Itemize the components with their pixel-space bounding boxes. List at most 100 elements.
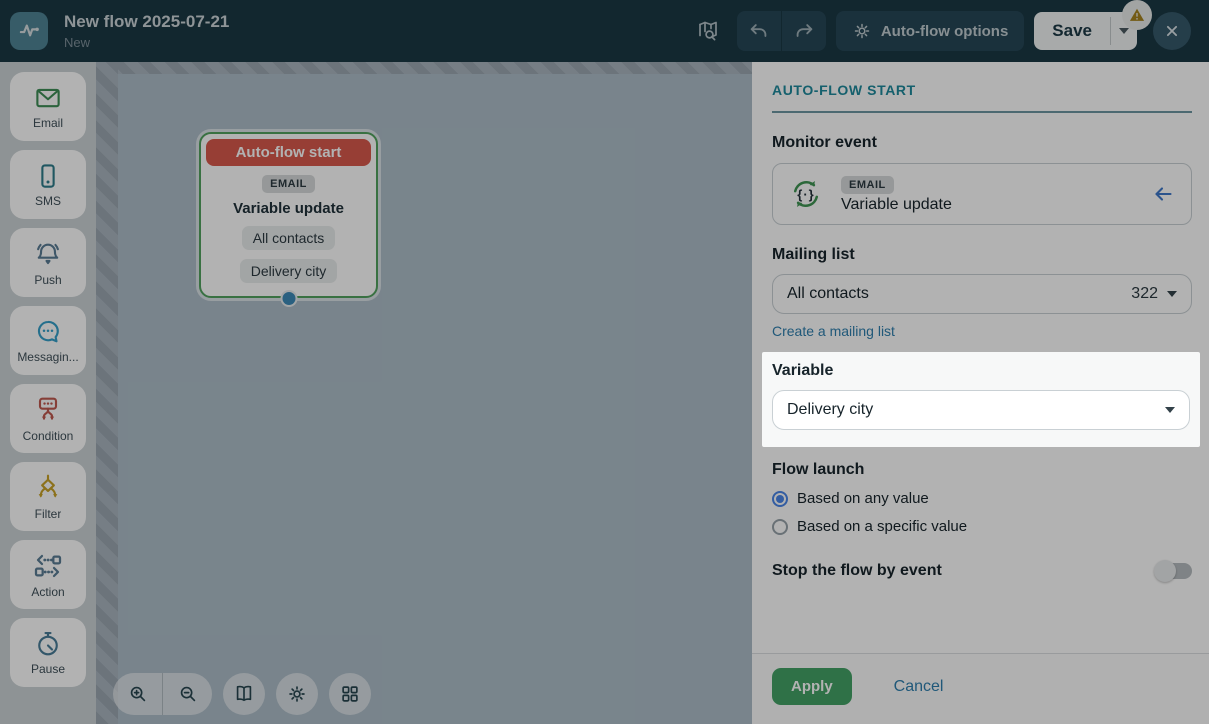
warning-badge <box>1122 0 1152 30</box>
redo-icon <box>793 20 815 42</box>
node-event-title: Variable update <box>233 200 344 217</box>
zoom-controls <box>113 673 212 715</box>
radio-unselected-icon <box>772 519 788 535</box>
mailing-list-label: Mailing list <box>772 246 1192 264</box>
envelope-icon <box>33 83 63 113</box>
zoom-out-button[interactable] <box>163 673 212 715</box>
canvas-edge-hatch-left <box>96 62 118 724</box>
mailing-list-value: All contacts <box>787 285 869 303</box>
flow-canvas[interactable]: Auto-flow start EMAIL Variable update Al… <box>96 62 752 724</box>
stop-flow-row: Stop the flow by event <box>772 562 1192 580</box>
canvas-toolbar <box>113 673 371 715</box>
map-preview-button[interactable] <box>693 16 723 46</box>
radio-selected-icon <box>772 491 788 507</box>
cancel-link[interactable]: Cancel <box>894 678 944 696</box>
event-channel-badge: EMAIL <box>841 176 894 194</box>
sidebar-item-action[interactable]: Action <box>10 540 86 609</box>
branch-box-icon <box>32 394 64 426</box>
auto-flow-start-panel: AUTO-FLOW START Monitor event {·} EMAIL … <box>752 62 1209 724</box>
panel-title-divider <box>772 111 1192 113</box>
save-button[interactable]: Save <box>1034 12 1110 50</box>
zoom-in-icon <box>127 683 149 705</box>
header-bar: New flow 2025-07-21 New <box>0 0 1209 62</box>
auto-flow-options-button[interactable]: Auto-flow options <box>836 11 1024 51</box>
canvas-settings-button[interactable] <box>276 673 318 715</box>
close-icon <box>1163 22 1181 40</box>
gear-icon <box>852 21 872 41</box>
blocks-overview-button[interactable] <box>329 673 371 715</box>
arrows-boxes-icon <box>32 550 64 582</box>
radio-based-on-any-value[interactable]: Based on any value <box>772 490 1192 507</box>
block-palette-sidebar: Email SMS Push <box>0 62 96 724</box>
app-logo <box>10 12 48 50</box>
change-event-button[interactable] <box>1151 182 1175 206</box>
title-block: New flow 2025-07-21 New <box>64 12 229 50</box>
map-book-icon <box>233 683 255 705</box>
sidebar-item-email[interactable]: Email <box>10 72 86 141</box>
zoom-out-icon <box>177 683 199 705</box>
create-mailing-list-link[interactable]: Create a mailing list <box>772 323 1192 339</box>
caret-down-icon <box>1119 28 1129 34</box>
mailing-list-count: 322 <box>1131 285 1158 303</box>
sidebar-item-label: Filter <box>35 507 62 521</box>
zoom-in-button[interactable] <box>113 673 162 715</box>
auto-flow-start-node[interactable]: Auto-flow start EMAIL Variable update Al… <box>199 132 378 298</box>
monitor-event-card[interactable]: {·} EMAIL Variable update <box>772 163 1192 225</box>
grid-apps-icon <box>339 683 361 705</box>
node-output-connector[interactable] <box>280 290 297 307</box>
sidebar-item-sms[interactable]: SMS <box>10 150 86 219</box>
toggle-knob <box>1154 560 1176 582</box>
pulse-icon <box>16 18 42 44</box>
sidebar-item-label: Messagin... <box>17 350 78 364</box>
sidebar-item-label: Pause <box>31 662 65 676</box>
smartphone-icon <box>33 161 63 191</box>
event-name: Variable update <box>841 196 952 214</box>
mailing-list-select[interactable]: All contacts 322 <box>772 274 1192 314</box>
sidebar-item-push[interactable]: Push <box>10 228 86 297</box>
panel-title: AUTO-FLOW START <box>772 82 1192 98</box>
sidebar-item-label: SMS <box>35 194 61 208</box>
stopwatch-icon <box>33 629 63 659</box>
panel-footer: Apply Cancel <box>752 653 1209 724</box>
diamond-split-icon <box>32 472 64 504</box>
radio-based-on-specific-value[interactable]: Based on a specific value <box>772 518 1192 535</box>
undo-icon <box>748 20 770 42</box>
stop-flow-toggle[interactable] <box>1156 563 1192 579</box>
variable-select[interactable]: Delivery city <box>772 390 1190 430</box>
apply-button[interactable]: Apply <box>772 668 852 705</box>
caret-down-icon <box>1165 407 1175 413</box>
chat-bubble-icon <box>33 317 63 347</box>
gear-icon <box>286 683 308 705</box>
event-info: EMAIL Variable update <box>841 175 952 214</box>
sidebar-item-label: Email <box>33 116 63 130</box>
variable-label: Variable <box>772 362 1190 380</box>
flow-editor-app: New flow 2025-07-21 New <box>0 0 1209 724</box>
node-channel-badge: EMAIL <box>262 175 315 193</box>
caret-down-icon <box>1167 291 1177 297</box>
history-group <box>737 11 826 51</box>
map-search-icon <box>696 19 720 43</box>
sidebar-item-messaging[interactable]: Messagin... <box>10 306 86 375</box>
flow-launch-label: Flow launch <box>772 461 1192 479</box>
variable-section-spotlight: Variable Delivery city <box>762 352 1200 447</box>
node-header: Auto-flow start <box>206 139 371 166</box>
sync-variable-icon: {·} <box>787 175 825 213</box>
flow-status: New <box>64 35 229 50</box>
node-tag-mailing-list: All contacts <box>242 226 336 250</box>
arrow-left-icon <box>1151 182 1175 206</box>
sidebar-item-condition[interactable]: Condition <box>10 384 86 453</box>
close-editor-button[interactable] <box>1153 12 1191 50</box>
warning-triangle-icon <box>1127 5 1147 25</box>
flow-title: New flow 2025-07-21 <box>64 12 229 32</box>
node-tag-variable: Delivery city <box>240 259 337 283</box>
minimap-button[interactable] <box>223 673 265 715</box>
stop-flow-label: Stop the flow by event <box>772 562 942 580</box>
redo-button[interactable] <box>782 11 826 51</box>
sidebar-item-label: Action <box>31 585 64 599</box>
undo-button[interactable] <box>737 11 781 51</box>
bell-icon <box>32 238 64 270</box>
sidebar-item-pause[interactable]: Pause <box>10 618 86 687</box>
sidebar-item-filter[interactable]: Filter <box>10 462 86 531</box>
canvas-edge-hatch-top <box>96 62 752 74</box>
save-split-button: Save <box>1034 12 1137 50</box>
